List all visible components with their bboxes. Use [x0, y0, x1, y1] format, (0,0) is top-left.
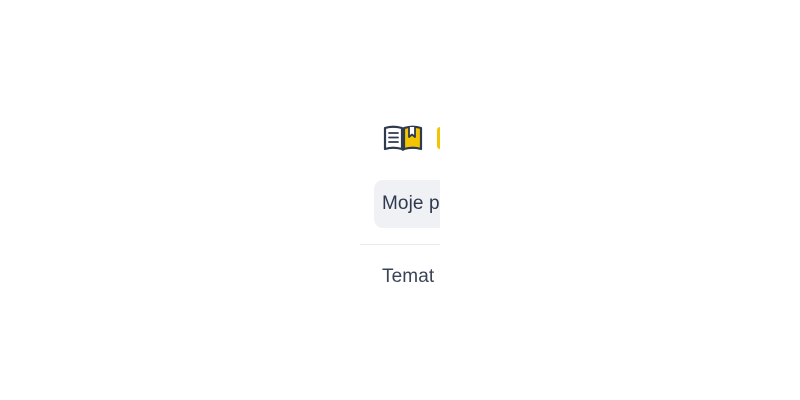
brand-wordmark-accent	[437, 127, 440, 149]
app-viewport: Moje p Temat	[0, 0, 800, 400]
sidebar-divider	[360, 244, 440, 245]
sidebar-item-moje[interactable]: Moje p	[374, 180, 440, 228]
sidebar-item-tematy[interactable]: Temat	[382, 262, 434, 292]
open-book-icon	[382, 122, 424, 154]
brand-logo[interactable]	[382, 122, 440, 154]
sidebar-panel: Moje p Temat	[360, 110, 440, 310]
sidebar-item-label: Moje p	[382, 193, 440, 214]
sidebar-item-label: Temat	[382, 266, 435, 287]
